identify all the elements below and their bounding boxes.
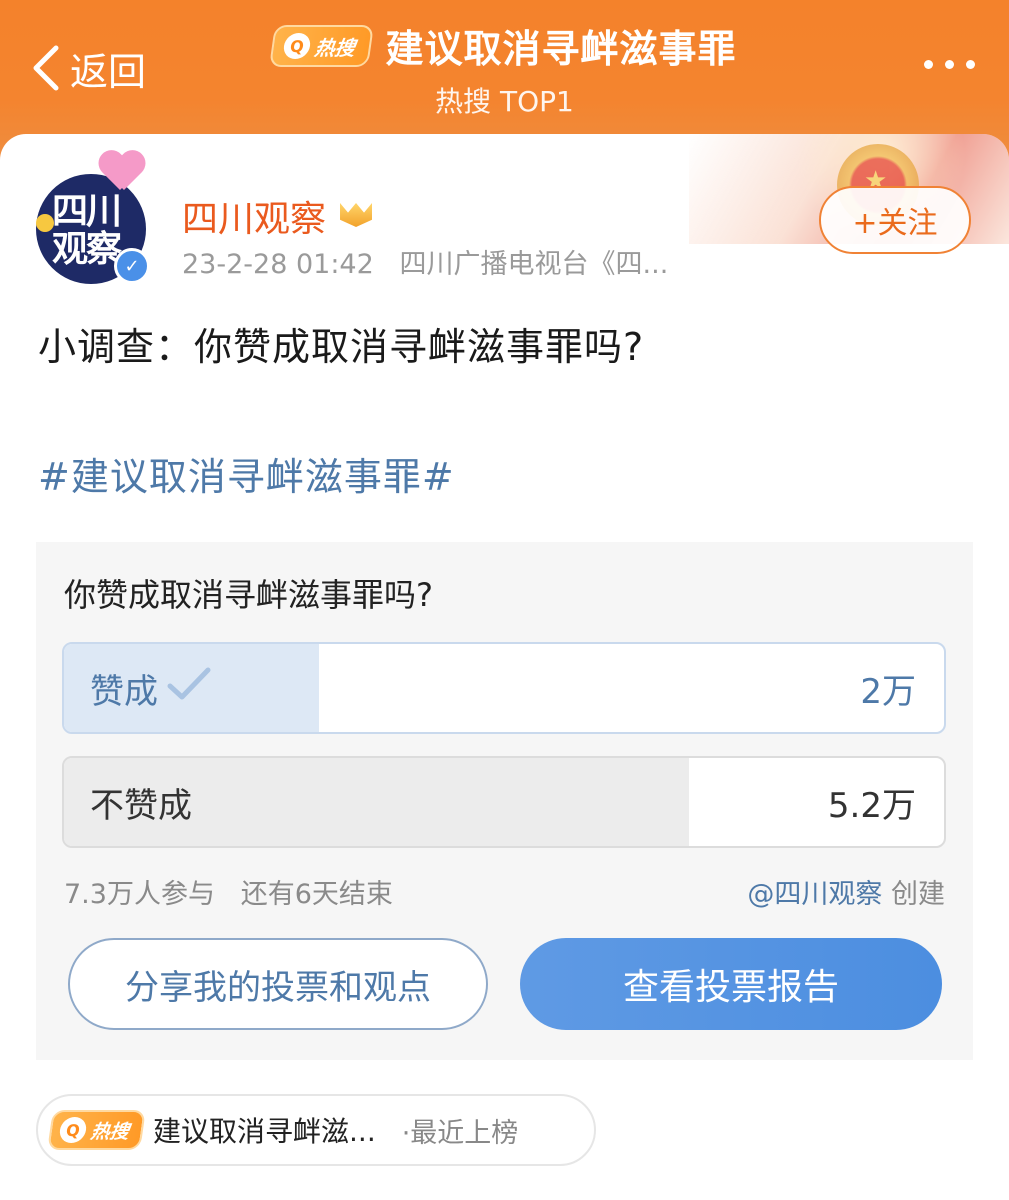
- poll-option-text: 赞成: [90, 671, 158, 712]
- poll-created-suffix: 创建: [891, 879, 945, 910]
- poll-option-text: 不赞成: [90, 785, 192, 826]
- share-vote-button[interactable]: 分享我的投票和观点: [68, 938, 488, 1030]
- poll-footer: 7.3万人参与 还有6天结束 @四川观察 创建: [64, 872, 945, 911]
- post-source: 四川广播电视台《四...: [399, 249, 669, 280]
- poll-option-disapprove[interactable]: 不赞成 5.2万: [62, 756, 946, 848]
- hashtag-link[interactable]: #建议取消寻衅滋事罪#: [38, 446, 455, 501]
- more-options-button[interactable]: [924, 60, 975, 69]
- poll-creator-link[interactable]: @四川观察: [747, 879, 882, 910]
- post-meta: 23-2-28 01:42 四川广播电视台《四...: [182, 242, 668, 281]
- hot-badge-label: 热搜: [89, 1120, 131, 1143]
- poll-question: 你赞成取消寻衅滋事罪吗?: [64, 576, 433, 614]
- poll-option-label: 不赞成: [90, 758, 192, 846]
- search-icon: Q: [282, 32, 313, 59]
- post-time: 23-2-28 01:42: [182, 249, 374, 280]
- heart-mascot-icon: [98, 152, 146, 192]
- more-dot-icon: [924, 60, 933, 69]
- poll-creator: @四川观察 创建: [747, 872, 945, 911]
- avatar-text-bottom: 观察: [52, 229, 122, 270]
- poll-remaining: 还有6天结束: [240, 879, 393, 910]
- hot-search-chip[interactable]: Q 热搜 建议取消寻衅滋... ·最近上榜: [36, 1094, 596, 1166]
- poll-card: 你赞成取消寻衅滋事罪吗? 赞成 2万 不赞成 5.2万 7.3万人参与 还有6天: [36, 542, 973, 1060]
- avatar-text-top: 四川: [52, 191, 122, 232]
- more-dot-icon: [966, 60, 975, 69]
- hot-badge-label: 热搜: [313, 35, 357, 59]
- post-card: ★ 四川 观察 ✓ 四川观察 23-2-28 01:42 四川广播电视台《四..…: [0, 134, 1009, 1200]
- poll-participants: 7.3万人参与: [64, 879, 215, 910]
- view-report-button[interactable]: 查看投票报告: [520, 938, 942, 1030]
- page-title: 建议取消寻衅滋事罪: [385, 27, 737, 71]
- more-dot-icon: [945, 60, 954, 69]
- verified-badge-icon: ✓: [114, 248, 150, 284]
- poll-option-approve[interactable]: 赞成 2万: [62, 642, 946, 734]
- page-subtitle: 热搜 TOP1: [435, 85, 574, 118]
- poll-stats: 7.3万人参与 还有6天结束: [64, 872, 393, 911]
- hot-search-badge: Q 热搜: [47, 1110, 146, 1150]
- header-title-row: Q 热搜 建议取消寻衅滋事罪: [0, 18, 1009, 73]
- poll-option-count: 5.2万: [827, 785, 916, 826]
- hot-chip-title: 建议取消寻衅滋...: [153, 1115, 376, 1148]
- follow-button[interactable]: +关注: [819, 186, 971, 254]
- checkmark-icon: [164, 664, 214, 713]
- vip-crown-icon: [338, 201, 374, 231]
- poll-option-label: 赞成: [90, 644, 214, 732]
- hot-search-badge: Q 热搜: [269, 24, 375, 67]
- post-text: 小调查：你赞成取消寻衅滋事罪吗?: [38, 325, 645, 369]
- author-name-text: 四川观察: [182, 199, 327, 240]
- search-icon: Q: [58, 1117, 88, 1143]
- author-name[interactable]: 四川观察: [182, 190, 374, 242]
- hot-chip-tag: ·最近上榜: [401, 1117, 519, 1149]
- top-nav-bar: 返回 Q 热搜 建议取消寻衅滋事罪 热搜 TOP1: [0, 0, 1009, 140]
- poll-option-count: 2万: [860, 671, 916, 712]
